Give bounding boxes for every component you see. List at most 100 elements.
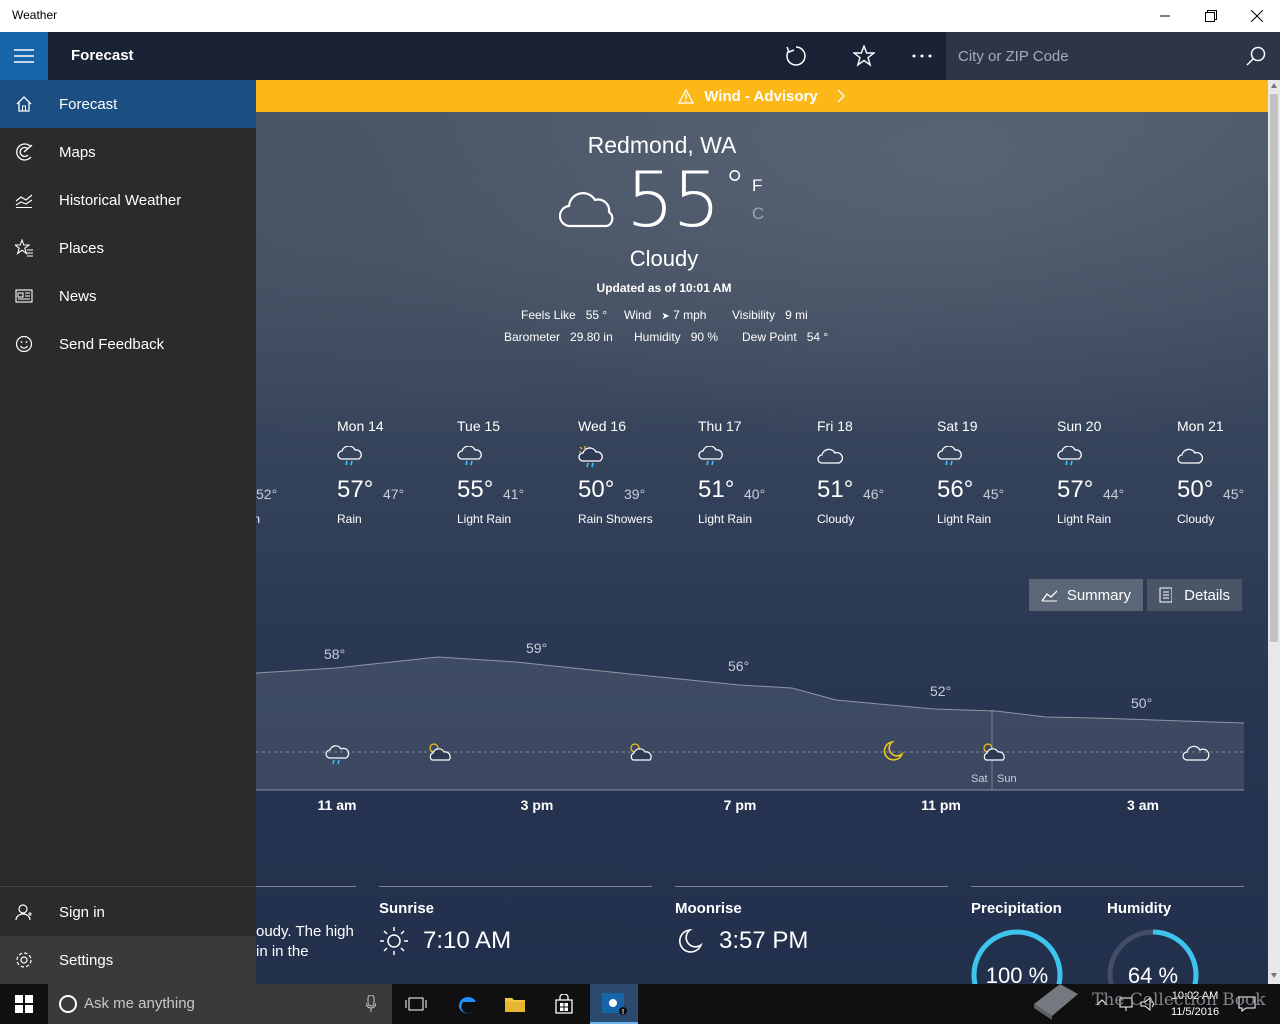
list-icon — [1159, 587, 1173, 603]
search-box[interactable] — [946, 32, 1280, 80]
degree-symbol: ° — [724, 163, 745, 209]
precipitation-gauge: 100 % — [971, 929, 1063, 984]
weather-app-button[interactable]: ! — [590, 984, 638, 1024]
day-label-sat: Sat — [971, 773, 988, 785]
humidity-value: 64 % — [1128, 963, 1178, 984]
day-forecast[interactable]: Thu 17 51° 40° Light Rain — [698, 418, 818, 526]
clock-time: 10:02 AM — [1171, 990, 1219, 1002]
more-icon — [912, 54, 932, 58]
nav-item-send-feedback[interactable]: Send Feedback — [0, 320, 256, 368]
day-forecast[interactable]: Mon 21 50° 45° Cloudy — [1177, 418, 1268, 526]
time-tick: 3 pm — [521, 797, 554, 813]
visibility: Visibility 9 mi — [732, 308, 808, 322]
close-button[interactable] — [1234, 0, 1280, 32]
taskbar: Ask me anything ! 10:02 AM 11/5/2016 — [0, 984, 1280, 1024]
day-condition: Rain Showers — [578, 512, 653, 526]
hamburger-icon — [14, 49, 34, 63]
nav-item-news[interactable]: News — [0, 272, 256, 320]
day-forecast[interactable]: Sun 20 57° 44° Light Rain — [1057, 418, 1177, 526]
humidity-gauge: 64 % — [1107, 929, 1199, 984]
search-input[interactable] — [946, 32, 1236, 80]
summary-toggle[interactable]: Summary — [1029, 579, 1143, 611]
moon-icon — [678, 929, 703, 953]
day-forecast[interactable]: Mon 14 57° 47° Rain — [337, 418, 457, 526]
time-tick: 11 pm — [921, 797, 961, 813]
smiley-icon — [0, 320, 48, 368]
day-condition: Cloudy — [817, 512, 855, 526]
cloud-icon — [1177, 446, 1203, 471]
nav-item-settings[interactable]: Settings — [0, 936, 256, 984]
precipitation-value: 100 % — [986, 963, 1048, 984]
person-icon — [0, 888, 48, 936]
day-low: 45° — [1223, 486, 1245, 502]
chart-icon — [0, 176, 48, 224]
sun-rain-icon — [578, 446, 604, 475]
edge-button[interactable] — [443, 984, 491, 1024]
more-button[interactable] — [898, 32, 946, 80]
scrollbar[interactable] — [1268, 80, 1280, 984]
notifications-icon — [1238, 996, 1256, 1012]
hour-temp-label: 58° — [324, 646, 345, 662]
hamburger-button[interactable] — [0, 32, 48, 80]
weather-app-icon: ! — [602, 993, 627, 1015]
day-name: Sun 20 — [1057, 418, 1102, 434]
day-forecast[interactable]: Sat 19 56° 45° Light Rain — [937, 418, 1057, 526]
divider — [379, 886, 652, 887]
minimize-icon — [1160, 15, 1170, 17]
scrollbar-thumb[interactable] — [1270, 94, 1278, 642]
nav-item-places[interactable]: Places — [0, 224, 256, 272]
search-icon — [1246, 46, 1266, 66]
home-icon — [0, 80, 48, 128]
store-button[interactable] — [540, 984, 588, 1024]
clock-date: 11/5/2016 — [1170, 1006, 1220, 1018]
dew-point: Dew Point 54 ° — [742, 330, 829, 344]
cortana-search[interactable]: Ask me anything — [48, 984, 392, 1024]
unit-celsius[interactable]: C — [752, 204, 764, 224]
title-bar: Weather — [0, 0, 1280, 32]
chevron-right-icon — [837, 89, 845, 103]
unit-fahrenheit[interactable]: F — [752, 176, 762, 196]
advisory-banner[interactable]: Wind - Advisory — [256, 80, 1268, 112]
cloud-icon — [817, 446, 843, 471]
start-button[interactable] — [0, 984, 48, 1024]
hourly-time-ticks: 11 am 3 pm 7 pm 11 pm 3 am — [318, 797, 1159, 813]
advisory-text: Wind - Advisory — [704, 87, 818, 105]
chevron-up-icon — [1096, 999, 1108, 1006]
file-explorer-button[interactable] — [491, 984, 539, 1024]
microphone-icon — [366, 995, 376, 1012]
current-temperature: 55 ° — [626, 155, 745, 244]
hourly-chart: 58° 59° 56° 52° 50° 11 am 3 pm 7 pm 11 p… — [256, 640, 1245, 813]
star-icon — [853, 45, 875, 67]
day-forecast[interactable]: Tue 15 55° 41° Light Rain — [457, 418, 577, 526]
day-forecast[interactable]: Wed 16 50° 39° Rain Showers — [578, 418, 698, 526]
day-label-sun: Sun — [997, 773, 1017, 785]
search-button[interactable] — [1232, 32, 1280, 80]
minimize-button[interactable] — [1142, 0, 1188, 32]
refresh-button[interactable] — [772, 32, 820, 80]
moonrise-label: Moonrise — [675, 900, 742, 917]
sunrise-time: 7:10 AM — [423, 927, 512, 954]
nav-item-sign-in[interactable]: Sign in — [0, 888, 256, 936]
cortana-icon — [59, 995, 77, 1013]
windows-logo-icon — [15, 995, 33, 1013]
nav-item-maps[interactable]: Maps — [0, 128, 256, 176]
day-low: 46° — [863, 486, 885, 502]
day-name: Mon 14 — [337, 418, 384, 434]
clock[interactable]: 10:02 AM 11/5/2016 — [1160, 988, 1230, 1020]
day-forecast[interactable]: Fri 18 51° 46° Cloudy — [817, 418, 937, 526]
precipitation-label: Precipitation — [971, 900, 1062, 917]
nav-item-forecast[interactable]: Forecast — [0, 80, 256, 128]
day-high: 51° — [817, 476, 854, 503]
day-low: 40° — [744, 486, 766, 502]
restore-button[interactable] — [1188, 0, 1234, 32]
nav-item-historical-weather[interactable]: Historical Weather — [0, 176, 256, 224]
gear-icon — [0, 936, 48, 984]
details-toggle[interactable]: Details — [1147, 579, 1242, 611]
task-view-button[interactable] — [392, 984, 440, 1024]
day-name: Wed 16 — [578, 418, 626, 434]
favorite-button[interactable] — [840, 32, 888, 80]
day-low: 39° — [624, 486, 646, 502]
app-bar: Forecast — [0, 32, 1280, 80]
day-low: 47° — [383, 486, 405, 502]
day-high: 57° — [337, 476, 374, 503]
